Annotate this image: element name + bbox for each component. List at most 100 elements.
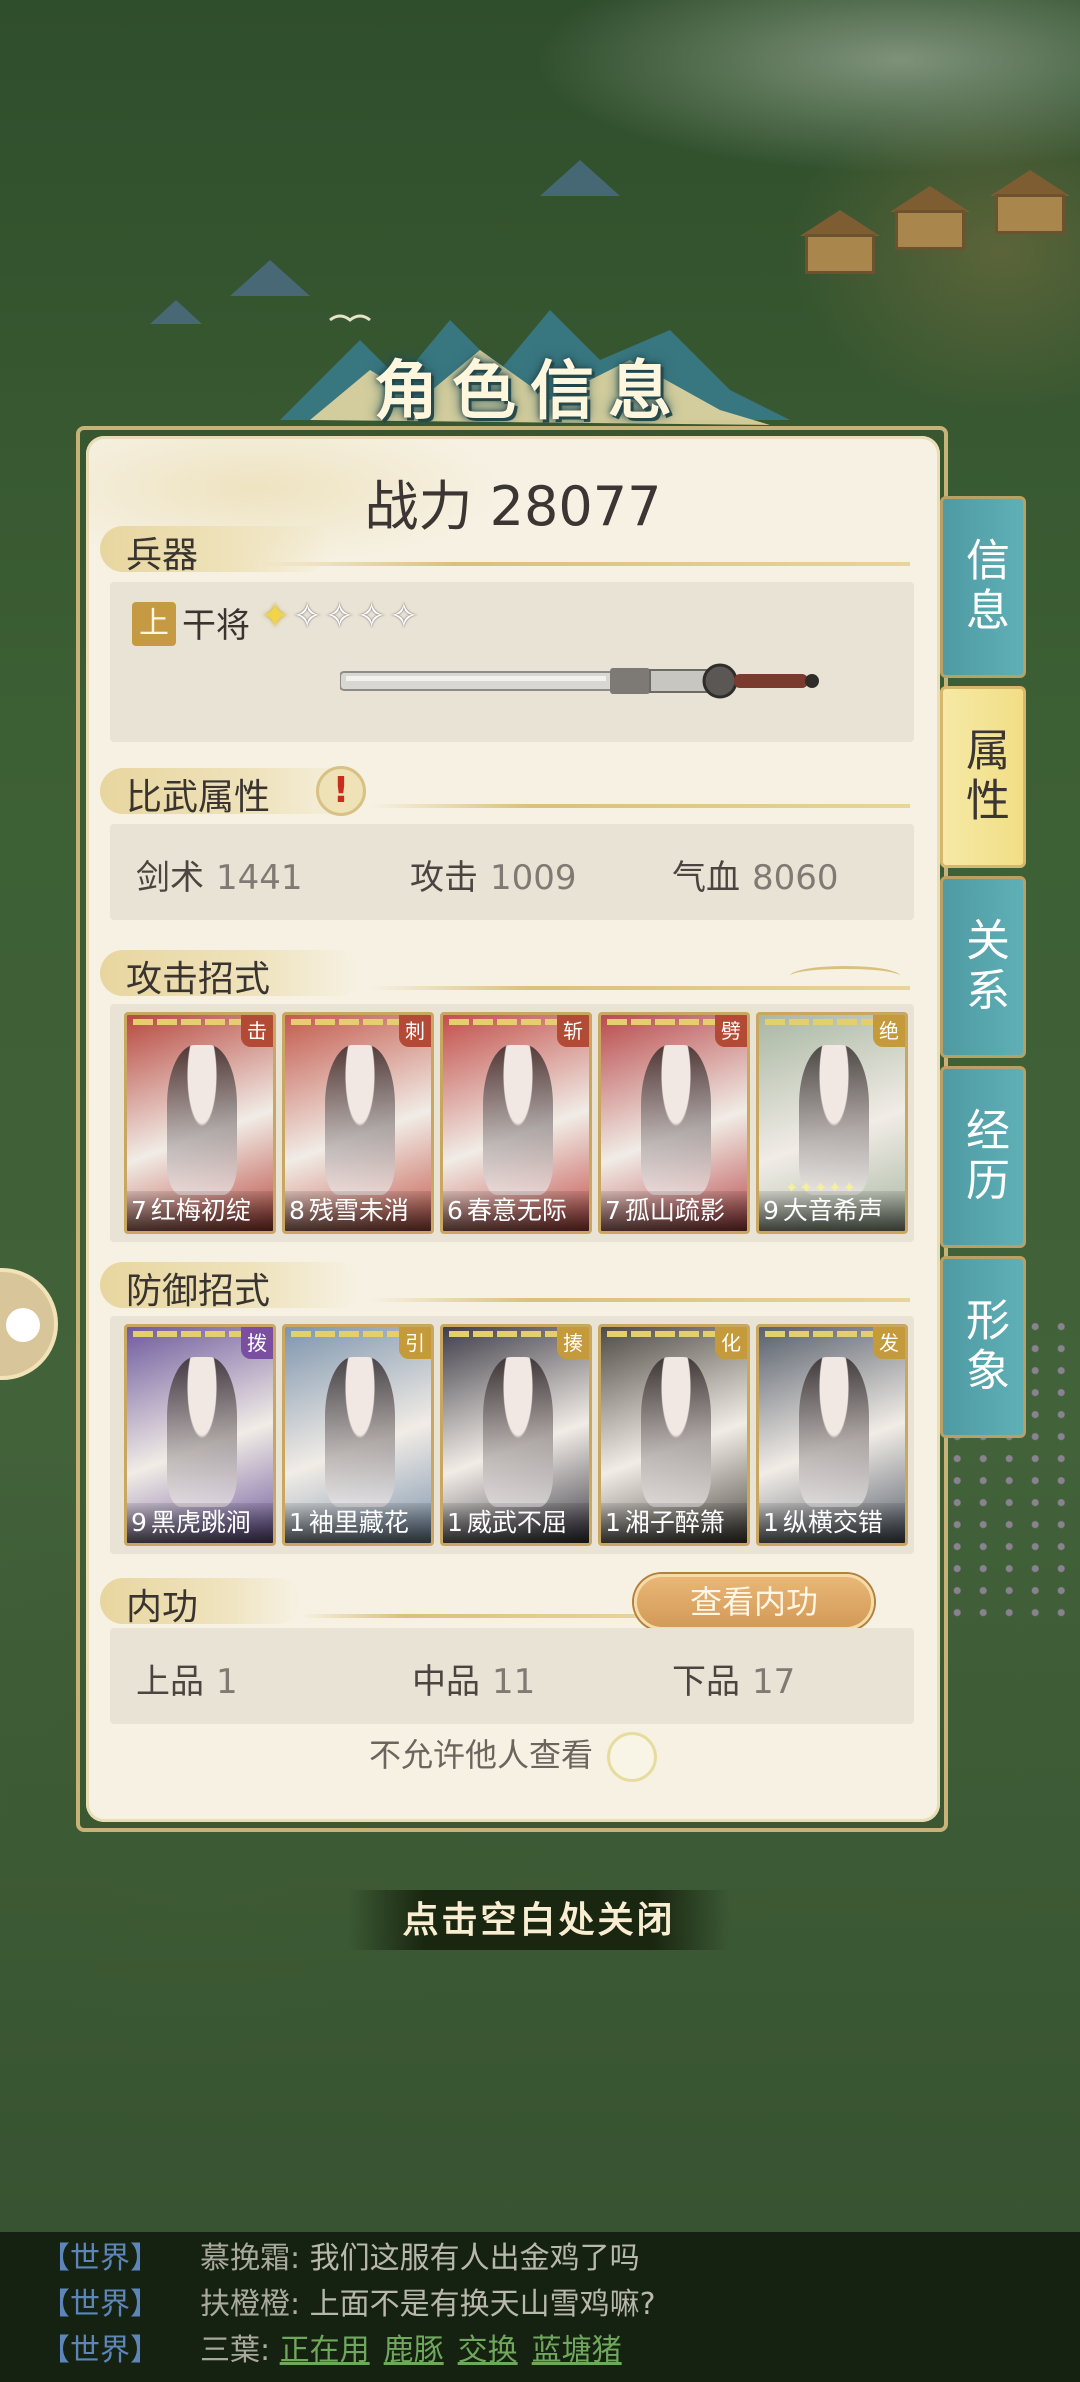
move-progress-bar xyxy=(607,1331,717,1337)
move-card[interactable]: 劈 7 孤山疏影 xyxy=(598,1012,750,1234)
defense-card-row: 拨 9 黑虎跳涧引 1 袖里藏花揍 1 威武不屈化 1 湘子醉箫发 1 纵横交错 xyxy=(124,1324,908,1546)
chat-message[interactable]: 【世界】 三葉: 正在用 鹿豚 交换 蓝塘猪 xyxy=(40,2328,636,2374)
move-card[interactable]: 拨 9 黑虎跳涧 xyxy=(124,1324,276,1546)
window-title: 角色信息 xyxy=(374,354,686,429)
move-caption: 9 黑虎跳涧 xyxy=(127,1503,273,1543)
star-empty-icon: ✧ xyxy=(356,596,387,637)
move-name: 纵横交错 xyxy=(782,1508,883,1537)
privacy-setting: 不允许他人查看 xyxy=(86,1730,940,1782)
section-label: 防御招式 xyxy=(126,1271,271,1312)
move-caption: 7 红梅初绽 xyxy=(127,1191,273,1231)
move-level: 8 xyxy=(289,1196,305,1225)
tab-info[interactable]: 信息 xyxy=(940,496,1026,678)
tab-relations[interactable]: 关系 xyxy=(940,876,1026,1058)
attack-card-row: 击 7 红梅初绽刺 8 残雪未消 斩 6 春意无际劈 7 孤山疏影绝 ✦✦✦✦✦ 9 大音希声 xyxy=(124,1012,908,1234)
move-card[interactable]: 击 7 红梅初绽 xyxy=(124,1012,276,1234)
village-roof xyxy=(800,210,880,236)
section-label: 比武属性 xyxy=(126,777,271,818)
move-level: 1 xyxy=(447,1508,463,1537)
chat-message[interactable]: 【世界】 扶橙橙: 上面不是有换天山雪鸡嘛? xyxy=(40,2282,656,2328)
move-name: 黑虎跳涧 xyxy=(150,1508,251,1537)
chat-item-link[interactable]: 鹿豚 xyxy=(384,2333,444,2368)
world-chat[interactable]: 【世界】 慕挽霜: 我们这服有人出金鸡了吗 【世界】 扶橙橙: 上面不是有换天山雪鸡… xyxy=(0,2232,1080,2382)
move-card[interactable]: 发 1 纵横交错 xyxy=(756,1324,908,1546)
move-caption: 6 春意无际 xyxy=(443,1191,589,1231)
weapon-box[interactable]: 上 干将 ✦ ✧ ✧ ✧ ✧ xyxy=(110,582,914,742)
view-inner-power-button[interactable]: 查看内功 xyxy=(634,1574,874,1630)
attack-moves-box: 击 7 红梅初绽刺 8 残雪未消 斩 6 春意无际劈 7 孤山疏影绝 ✦✦✦✦✦ 9 大音希声 xyxy=(110,1004,914,1242)
tab-experience[interactable]: 经历 xyxy=(940,1066,1026,1248)
stat-hp: 气血 8060 xyxy=(672,858,839,898)
privacy-toggle[interactable] xyxy=(607,1732,657,1782)
move-progress-bar xyxy=(607,1019,717,1025)
move-level: 7 xyxy=(131,1196,147,1225)
chat-item-link[interactable]: 蓝塘猪 xyxy=(532,2333,622,2368)
character-figure xyxy=(799,1357,869,1507)
character-figure xyxy=(325,1357,395,1507)
village-house xyxy=(995,194,1065,234)
move-name: 红梅初绽 xyxy=(150,1196,251,1225)
move-card[interactable]: 绝 ✦✦✦✦✦ 9 大音希声 xyxy=(756,1012,908,1234)
move-progress-bar xyxy=(291,1019,401,1025)
move-level: 9 xyxy=(763,1196,779,1225)
move-type-badge: 拨 xyxy=(241,1327,273,1359)
inner-grade-upper: 上品 1 xyxy=(136,1662,238,1702)
move-card[interactable]: 化 1 湘子醉箫 xyxy=(598,1324,750,1546)
distant-hill xyxy=(540,160,620,196)
combat-stats-box: 剑术 1441 攻击 1009 气血 8060 xyxy=(110,824,914,920)
chat-item-link[interactable]: 交换 xyxy=(458,2333,518,2368)
inner-power-box: 上品 1 中品 11 下品 17 xyxy=(110,1628,914,1724)
move-level: 1 xyxy=(289,1508,305,1537)
chat-user[interactable]: 三葉: xyxy=(200,2333,270,2368)
chat-message[interactable]: 【世界】 慕挽霜: 我们这服有人出金鸡了吗 xyxy=(40,2236,640,2282)
character-figure xyxy=(483,1045,553,1195)
weapon-grade-badge: 上 xyxy=(132,602,176,646)
alert-icon[interactable]: ! xyxy=(316,766,366,816)
move-type-badge: 斩 xyxy=(557,1015,589,1047)
chat-channel: 【世界】 xyxy=(40,2333,160,2368)
move-level: 6 xyxy=(447,1196,463,1225)
move-progress-bar xyxy=(449,1331,559,1337)
village-house xyxy=(895,210,965,250)
chat-user[interactable]: 扶橙橙: xyxy=(200,2287,300,2322)
section-label: 攻击招式 xyxy=(126,959,271,1000)
character-figure xyxy=(167,1045,237,1195)
tab-appearance[interactable]: 形象 xyxy=(940,1256,1026,1438)
chat-channel: 【世界】 xyxy=(40,2241,160,2276)
move-card[interactable]: 刺 8 残雪未消 xyxy=(282,1012,434,1234)
character-figure xyxy=(641,1357,711,1507)
move-progress-bar xyxy=(765,1331,875,1337)
distant-hill xyxy=(150,300,202,324)
section-header-attack-moves: 攻击招式 xyxy=(100,944,910,1000)
move-card[interactable]: 引 1 袖里藏花 xyxy=(282,1324,434,1546)
move-name: 湘子醉箫 xyxy=(624,1508,725,1537)
move-card[interactable]: 斩 6 春意无际 xyxy=(440,1012,592,1234)
privacy-label: 不允许他人查看 xyxy=(368,1736,593,1774)
chat-item-link[interactable]: 正在用 xyxy=(280,2333,370,2368)
inner-grade-middle: 中品 11 xyxy=(412,1662,536,1702)
section-label: 内功 xyxy=(126,1587,199,1628)
chat-channel: 【世界】 xyxy=(40,2287,160,2322)
stat-attack: 攻击 1009 xyxy=(410,858,577,898)
chat-user[interactable]: 慕挽霜: xyxy=(200,2241,300,2276)
move-progress-bar xyxy=(291,1331,401,1337)
move-card[interactable]: 揍 1 威武不屈 xyxy=(440,1324,592,1546)
chat-text: 上面不是有换天山雪鸡嘛? xyxy=(309,2287,656,2322)
tab-attributes[interactable]: 属性 xyxy=(940,686,1026,868)
move-progress-bar xyxy=(765,1019,875,1025)
move-type-badge: 化 xyxy=(715,1327,747,1359)
move-name: 袖里藏花 xyxy=(308,1508,409,1537)
star-filled-icon: ✦ xyxy=(260,596,291,637)
section-header-weapon: 兵器 xyxy=(100,520,910,576)
close-hint[interactable]: 点击空白处关闭 xyxy=(348,1890,730,1950)
village-roof xyxy=(890,186,970,212)
inner-grade-lower: 下品 17 xyxy=(672,1662,796,1702)
move-caption: 1 湘子醉箫 xyxy=(601,1503,747,1543)
move-type-badge: 发 xyxy=(873,1327,905,1359)
stat-sword-skill: 剑术 1441 xyxy=(136,858,303,898)
move-name: 残雪未消 xyxy=(308,1196,409,1225)
move-caption: 8 残雪未消 xyxy=(285,1191,431,1231)
section-header-inner-power: 内功 查看内功 xyxy=(100,1572,910,1630)
move-caption: 7 孤山疏影 xyxy=(601,1191,747,1231)
character-info-panel: 战力 28077 兵器 上 干将 ✦ ✧ ✧ ✧ ✧ 比武属性 ! 剑术 144… xyxy=(86,436,940,1822)
